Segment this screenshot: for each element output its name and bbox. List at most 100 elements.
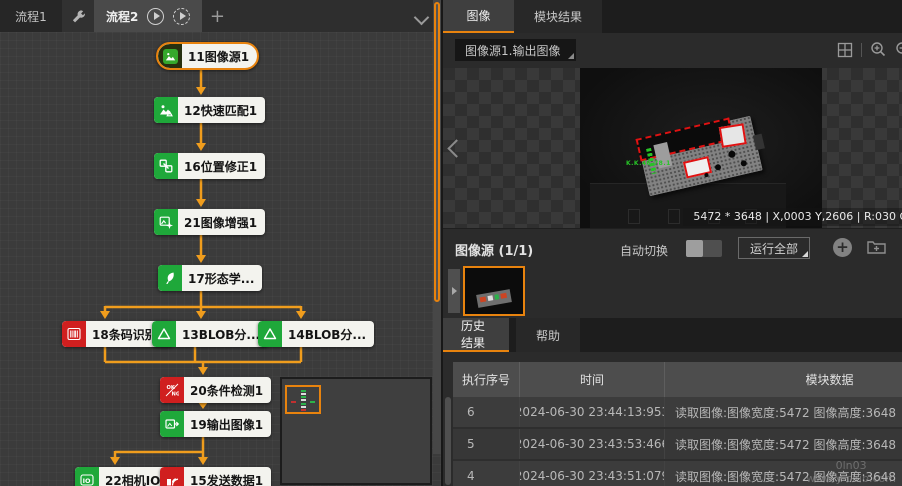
fast-match-icon	[154, 97, 178, 123]
tab-history-result[interactable]: 历史结果	[443, 318, 509, 352]
flow-node-output-image[interactable]: 19输出图像1	[160, 411, 271, 437]
cell-time: 2024-06-30 23:43:51:079	[520, 461, 665, 486]
tab-flow2-label: 流程2	[106, 8, 138, 25]
cell-exec-index: 5	[453, 429, 520, 459]
node-label: 14BLOB分...	[282, 321, 374, 347]
cell-exec-index: 4	[453, 461, 520, 486]
tab-history-label: 历史结果	[461, 317, 491, 351]
history-table-scrollbar[interactable]	[445, 397, 451, 485]
auto-switch-label: 自动切换	[620, 242, 668, 259]
add-flow-button[interactable]: +	[202, 0, 232, 32]
image-toolbar: 图像源1.输出图像	[443, 33, 902, 68]
image-tabbar: 图像 模块结果	[443, 0, 902, 33]
flow-node-send-data[interactable]: 15发送数据1	[160, 467, 271, 486]
plus-icon: +	[210, 6, 225, 27]
thumbnail-expander[interactable]	[448, 269, 460, 313]
play-triangle-icon	[452, 287, 457, 295]
image-source-dropdown-value: 图像源1.输出图像	[465, 42, 560, 59]
svg-text:IO: IO	[83, 477, 91, 485]
flow-canvas[interactable]: 11图像源1 12快速匹配1 16位置修正1 21图像增强1	[0, 32, 441, 486]
cell-module-data: 读取图像:图像宽度:5472 图像高度:3648	[665, 429, 902, 459]
flow-node-image-enhance[interactable]: 21图像增强1	[154, 209, 265, 235]
multi-view-icon[interactable]	[837, 42, 853, 58]
node-label: 16位置修正1	[178, 153, 265, 179]
flow-node-morphology[interactable]: 17形态学...	[158, 265, 262, 291]
tab-flow2[interactable]: 流程2	[94, 0, 202, 32]
output-image-icon	[160, 411, 184, 437]
result-pane: 图像 模块结果 图像源1.输出图像	[443, 0, 902, 486]
flow-tabbar: 流程1 流程2 +	[0, 0, 441, 32]
toolbar-divider	[861, 43, 862, 57]
history-table: 执行序号 时间 模块数据 6 2024-06-30 23:44:13:953 读…	[453, 362, 902, 486]
flow-minimap[interactable]	[280, 377, 432, 485]
header-exec-index: 执行序号	[453, 362, 520, 397]
image-thumbnail-selected[interactable]	[463, 266, 525, 316]
cell-module-data: 读取图像:图像宽度:5472 图像高度:3648	[665, 461, 902, 486]
position-fix-icon	[154, 153, 178, 179]
image-source-count-label: 图像源 (1/1)	[455, 240, 533, 259]
tab-help[interactable]: 帮助	[516, 318, 580, 352]
tab-flow1[interactable]: 流程1	[0, 0, 62, 32]
dropdown-corner-icon	[568, 53, 574, 59]
auto-switch-toggle[interactable]	[686, 240, 722, 257]
node-label: 13BLOB分...	[176, 321, 268, 347]
chevron-down-icon[interactable]	[414, 10, 430, 26]
pixel-status-readout: 5472 * 3648 | X,0003 Y,2606 | R:030 G	[683, 208, 902, 226]
tab-module-result-label: 模块结果	[534, 8, 582, 25]
image-viewer[interactable]: K.K.46.78.1 5472 * 3648 | X,0003 Y,2606 …	[443, 68, 902, 228]
history-row[interactable]: 5 2024-06-30 23:43:53:466 读取图像:图像宽度:5472…	[453, 429, 902, 461]
condition-check-icon: OKNG	[160, 377, 184, 403]
run-all-button[interactable]: 运行全部	[738, 237, 810, 259]
image-enhance-icon	[154, 209, 178, 235]
image-source-icon	[158, 44, 182, 68]
flow-node-blob-1[interactable]: 13BLOB分...	[152, 321, 268, 347]
folder-plus-icon[interactable]	[867, 239, 886, 254]
visionmaster-window: 流程1 流程2 +	[0, 0, 902, 486]
history-row[interactable]: 4 2024-06-30 23:43:51:079 读取图像:图像宽度:5472…	[453, 461, 902, 486]
cell-exec-index: 6	[453, 397, 520, 427]
history-row[interactable]: 6 2024-06-30 23:44:13:953 读取图像:图像宽度:5472…	[453, 397, 902, 429]
send-data-icon	[160, 467, 184, 486]
flow-vertical-scrollbar[interactable]	[433, 0, 441, 454]
chevron-left-icon[interactable]	[447, 139, 465, 157]
history-table-header: 执行序号 时间 模块数据	[453, 362, 902, 397]
tab-image[interactable]: 图像	[443, 0, 514, 33]
blob-icon	[152, 321, 176, 347]
detected-label-box-2	[719, 123, 747, 148]
flow-node-fast-match[interactable]: 12快速匹配1	[154, 97, 265, 123]
tab-help-label: 帮助	[536, 327, 560, 344]
image-source-dropdown[interactable]: 图像源1.输出图像	[455, 39, 576, 61]
flow-node-blob-2[interactable]: 14BLOB分...	[258, 321, 374, 347]
zoom-in-icon[interactable]	[870, 41, 887, 58]
tab-module-result[interactable]: 模块结果	[514, 0, 602, 33]
cell-module-data: 读取图像:图像宽度:5472 图像高度:3648	[665, 397, 902, 427]
run-continuous-icon[interactable]	[173, 8, 190, 25]
flow-pane: 流程1 流程2 +	[0, 0, 441, 486]
svg-text:OK: OK	[167, 385, 176, 391]
camera-io-icon: IO	[75, 467, 99, 486]
barcode-icon	[62, 321, 86, 347]
dropdown-corner-icon	[802, 251, 808, 257]
node-label: 12快速匹配1	[178, 97, 265, 123]
node-label: 21图像增强1	[178, 209, 265, 235]
image-source-bar: 图像源 (1/1) 自动切换 运行全部 +	[443, 228, 902, 319]
zoom-out-icon[interactable]	[895, 41, 902, 58]
flow-node-condition-check[interactable]: OKNG 20条件检测1	[160, 377, 271, 403]
camera-image: K.K.46.78.1	[580, 68, 822, 228]
tab-flow1-label: 流程1	[15, 8, 47, 25]
node-label: 20条件检测1	[184, 377, 271, 403]
cell-time: 2024-06-30 23:44:13:953	[520, 397, 665, 427]
thumbnail-pcb	[476, 289, 512, 308]
header-module-data: 模块数据	[665, 362, 902, 397]
wrench-icon	[71, 9, 86, 24]
tab-image-label: 图像	[466, 7, 490, 24]
flow-settings-button[interactable]	[62, 0, 94, 32]
flow-node-image-source[interactable]: 11图像源1	[156, 42, 259, 70]
node-label: 15发送数据1	[184, 467, 271, 486]
run-once-icon[interactable]	[147, 8, 164, 25]
node-label: 17形态学...	[182, 265, 262, 291]
svg-text:NG: NG	[172, 392, 180, 398]
minimap-viewport[interactable]	[285, 385, 321, 414]
flow-node-position-fix[interactable]: 16位置修正1	[154, 153, 265, 179]
plus-circle-icon[interactable]: +	[833, 238, 852, 257]
